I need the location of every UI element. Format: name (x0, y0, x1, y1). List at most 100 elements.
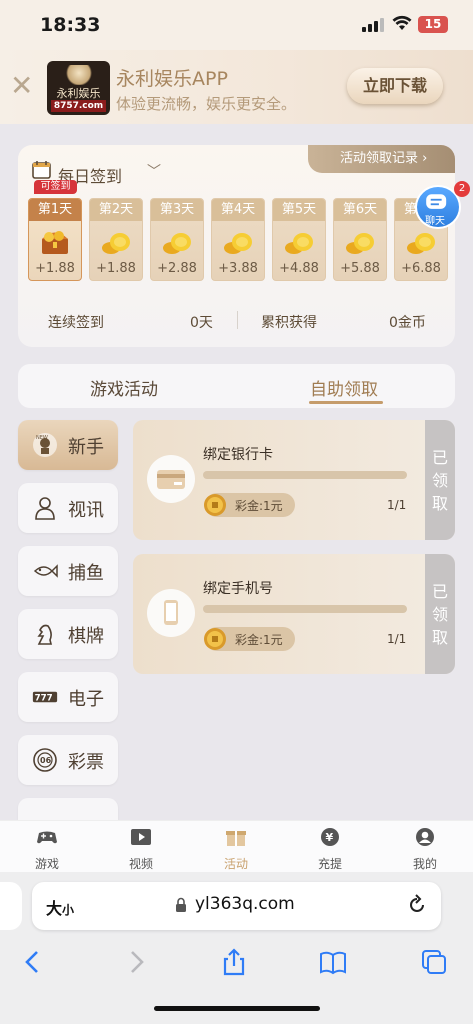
status-bar: 18:33 15 (0, 0, 473, 50)
task-title: 绑定手机号 (203, 581, 273, 597)
logo-domain: 8757.com (51, 100, 106, 112)
bookmarks-icon[interactable] (318, 948, 348, 976)
category-label: 电子 (68, 689, 104, 710)
video-icon (131, 829, 151, 845)
day-amount: +3.88 (218, 261, 258, 276)
reward-text: 彩金:1元 (235, 499, 283, 513)
activity-record-link[interactable]: 活动领取记录 › (308, 145, 455, 173)
signin-stats: 连续签到 0天 累积获得 0金币 (18, 305, 455, 335)
divider (237, 311, 238, 329)
newbie-icon: NEW (33, 433, 57, 457)
forward-icon[interactable] (121, 948, 151, 976)
day-amount: +5.88 (340, 261, 380, 276)
coin-stack-icon (407, 233, 435, 254)
gamepad-icon (37, 831, 57, 844)
claimed-button[interactable]: 已领取 (425, 420, 455, 540)
status-time: 18:33 (40, 14, 101, 36)
streak-value: 0天 (190, 315, 213, 331)
coin-stack-icon (102, 233, 130, 254)
signin-day-1[interactable]: 第1天 +1.88 (28, 198, 82, 281)
daily-signin-card: 每日签到 ﹀ 活动领取记录 › 第1天 +1.88 第2天 +1.88 第3天 (18, 145, 455, 347)
nav-deposit-withdraw[interactable]: ¥ 充提 (300, 827, 360, 872)
task-icon-circle (147, 455, 195, 503)
nav-games[interactable]: 游戏 (17, 827, 77, 872)
svg-text:NEW: NEW (36, 435, 48, 441)
close-icon[interactable]: ✕ (10, 72, 33, 100)
banner-subtitle: 体验更流畅，娱乐更安全。 (116, 95, 297, 113)
day-label: 第4天 (212, 199, 264, 221)
category-label: 捕鱼 (68, 563, 104, 584)
signal-icon (362, 18, 384, 32)
logo-name: 永利娱乐 (56, 87, 101, 100)
back-icon[interactable] (18, 948, 48, 976)
reload-icon[interactable] (406, 894, 428, 916)
yen-coin-icon: ¥ (321, 828, 339, 846)
task-progress-bar (203, 471, 407, 479)
svg-text:777: 777 (35, 693, 53, 703)
nav-activities[interactable]: 活动 (206, 827, 266, 872)
day-amount: +6.88 (401, 261, 441, 276)
coin-stack-icon (346, 233, 374, 254)
streak-label: 连续签到 (48, 315, 104, 331)
bottom-nav: 游戏 视频 活动 ¥ 充提 我的 (0, 820, 473, 872)
user-icon (416, 828, 434, 846)
signin-day-2[interactable]: 第2天 +1.88 (89, 198, 143, 281)
category-live-video[interactable]: 视讯 (18, 483, 118, 533)
signin-day-3[interactable]: 第3天 +2.88 (150, 198, 204, 281)
nav-profile[interactable]: 我的 (395, 827, 455, 872)
category-lottery[interactable]: 06 彩票 (18, 735, 118, 785)
task-bind-phone: 绑定手机号 彩金:1元 1/1 已领取 (133, 554, 455, 674)
total-value: 0金币 (389, 315, 426, 331)
tab-self-claim[interactable]: 自助领取 (310, 375, 378, 400)
claimed-button[interactable]: 已领取 (425, 554, 455, 674)
crest-icon (65, 65, 93, 85)
signin-day-4[interactable]: 第4天 +3.88 (211, 198, 265, 281)
day-label: 第3天 (151, 199, 203, 221)
category-label: 彩票 (68, 752, 104, 773)
app-download-banner: ✕ 永利娱乐 8757.com 永利娱乐APP 体验更流畅，娱乐更安全。 立即下… (0, 50, 473, 124)
tabs-icon[interactable] (419, 948, 449, 976)
coin-stack-icon (163, 233, 191, 254)
task-reward: 彩金:1元 (204, 493, 295, 517)
fish-icon (33, 564, 58, 578)
signin-day-5[interactable]: 第5天 +4.88 (272, 198, 326, 281)
download-button[interactable]: 立即下载 (347, 68, 443, 104)
text-size-button[interactable]: 大小 (46, 895, 74, 919)
day-amount: +1.88 (96, 261, 136, 276)
nav-label: 游戏 (34, 857, 59, 871)
nav-video[interactable]: 视频 (111, 827, 171, 872)
task-title: 绑定银行卡 (203, 447, 273, 463)
chat-button[interactable]: 聊天 2 (415, 181, 470, 229)
url-text: yl363q.com (195, 894, 295, 914)
live-dealer-icon (35, 497, 55, 520)
activity-tabs: 游戏活动 自助领取 (18, 364, 455, 408)
active-tab-indicator (309, 401, 383, 404)
gift-icon (226, 831, 246, 846)
text-size-large: 大 (46, 899, 63, 918)
tab-game-activities[interactable]: 游戏活动 (90, 375, 158, 400)
day-label: 第1天 (29, 199, 81, 221)
reward-text: 彩金:1元 (235, 633, 283, 647)
task-count: 1/1 (387, 498, 407, 512)
category-fishing[interactable]: 捕鱼 (18, 546, 118, 596)
category-label: 棋牌 (68, 626, 104, 647)
category-more[interactable] (18, 798, 118, 820)
category-board-games[interactable]: 棋牌 (18, 609, 118, 659)
day-label: 第6天 (334, 199, 386, 221)
signin-day-6[interactable]: 第6天 +5.88 (333, 198, 387, 281)
nav-label: 我的 (412, 857, 437, 871)
category-newbie[interactable]: NEW 新手 (18, 420, 118, 470)
chevron-down-icon[interactable]: ﹀ (147, 161, 161, 181)
category-slots[interactable]: 777 电子 (18, 672, 118, 722)
lottery-ball-icon: 06 (33, 748, 57, 772)
battery-indicator: 15 (418, 16, 448, 33)
task-count: 1/1 (387, 632, 407, 646)
wifi-icon (392, 15, 412, 30)
share-icon[interactable] (219, 948, 249, 976)
previous-tab[interactable] (0, 882, 22, 930)
coin-stack-icon (224, 233, 252, 254)
browser-toolbar: 大小 yl363q.com (0, 872, 473, 1024)
category-label: 新手 (68, 437, 104, 458)
address-bar[interactable]: 大小 yl363q.com (32, 882, 441, 930)
chat-badge: 2 (454, 181, 470, 197)
